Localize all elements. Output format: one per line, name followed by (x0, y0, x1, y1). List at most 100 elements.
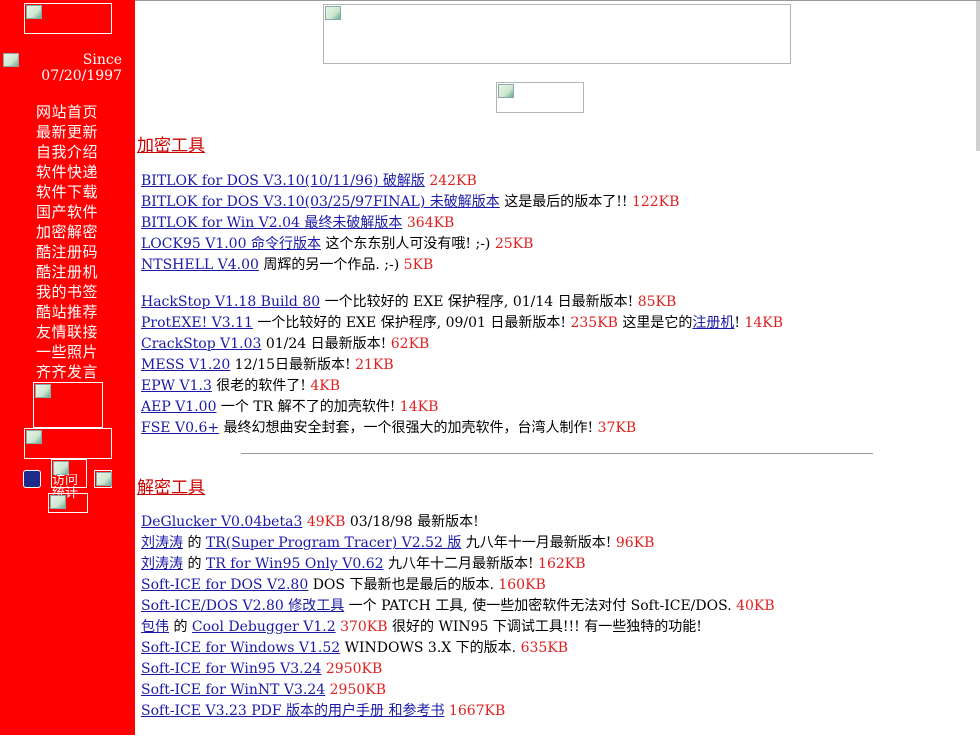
download-link[interactable]: ProtEXE! V3.11 (141, 315, 253, 331)
main-content: 加密工具 BITLOK for DOS V3.10(10/11/96) 破解版 … (135, 0, 980, 736)
file-size: 37KB (597, 420, 637, 436)
banner-image-1[interactable] (33, 382, 103, 428)
file-size: 96KB (615, 535, 655, 551)
file-size: 4KB (310, 378, 341, 394)
section-divider (241, 453, 873, 454)
file-size: 160KB (498, 577, 546, 593)
download-link[interactable]: MESS V1.20 (141, 357, 230, 373)
list-item: BITLOK for Win V2.04 最终未破解版本 364KB (141, 213, 679, 234)
footer-badge-image[interactable] (48, 493, 88, 513)
list-item: CrackStop V1.03 01/24 日最新版本! 62KB (141, 334, 783, 355)
download-link[interactable]: CrackStop V1.03 (141, 336, 261, 352)
encrypt-list-1: BITLOK for DOS V3.10(10/11/96) 破解版 242KB… (141, 171, 679, 276)
description-text: DOS 下最新也是最后的版本. (308, 577, 499, 593)
visit-counter-image[interactable]: 访问统计 (51, 459, 87, 500)
since-line2: 07/20/1997 (41, 68, 122, 84)
sidebar: Since 07/20/1997 网站首页 最新更新 自我介绍 软件快递 软件下载 国产软… (0, 0, 135, 735)
download-link[interactable]: TR(Super Program Tracer) V2.52 版 (206, 535, 461, 551)
description-text: 的 (183, 556, 206, 572)
file-size: 40KB (736, 598, 775, 614)
description-text: 九八年十二月最新版本! (383, 556, 539, 572)
list-item: AEP V1.00 一个 TR 解不了的加壳软件! 14KB (141, 397, 783, 418)
list-item: 刘涛涛 的 TR for Win95 Only V0.62 九八年十二月最新版本… (141, 554, 775, 575)
description-text: 很好的 WIN95 下调试工具!!! 有一些独特的功能! (387, 619, 702, 635)
sidebar-nav-item[interactable]: 友情联接 (36, 322, 98, 342)
file-size: 14KB (744, 315, 784, 331)
scrollbar-thumb[interactable] (976, 1, 980, 151)
sidebar-nav-item[interactable]: 酷注册码 (36, 242, 98, 262)
download-link[interactable]: 刘涛涛 (141, 535, 183, 551)
download-link[interactable]: EPW V1.3 (141, 378, 212, 394)
sidebar-nav-item[interactable]: 酷注册机 (36, 262, 98, 282)
download-link[interactable]: 包伟 (141, 619, 169, 635)
description-text: 这个东东别人可没有哦! ;-) (320, 236, 495, 252)
description-text: 这是最后的版本了!! (499, 194, 632, 210)
download-link[interactable]: Soft-ICE for DOS V2.80 (141, 577, 308, 593)
secondary-banner-image[interactable] (496, 82, 584, 113)
download-link[interactable]: Soft-ICE for WinNT V3.24 (141, 682, 325, 698)
download-link[interactable]: Soft-ICE V3.23 PDF 版本的用户手册 和参考书 (141, 703, 444, 719)
file-size: 85KB (637, 294, 677, 310)
list-item: 刘涛涛 的 TR(Super Program Tracer) V2.52 版 九… (141, 533, 775, 554)
download-link[interactable]: LOCK95 V1.00 命令行版本 (141, 236, 321, 252)
download-link[interactable]: 注册机 (692, 315, 734, 331)
download-link[interactable]: FSE V0.6+ (141, 420, 219, 436)
file-size: 1667KB (448, 703, 506, 719)
section-title-encrypt[interactable]: 加密工具 (137, 131, 205, 156)
download-link[interactable]: DeGlucker V0.04beta3 (141, 514, 302, 530)
list-item: FSE V0.6+ 最终幻想曲安全封套，一个很强大的加壳软件，台湾人制作! 37… (141, 418, 783, 439)
download-link[interactable]: AEP V1.00 (141, 399, 216, 415)
top-banner-image[interactable] (323, 4, 791, 64)
description-text: 12/15日最新版本! (230, 357, 356, 373)
download-link[interactable]: 刘涛涛 (141, 556, 183, 572)
download-link[interactable]: BITLOK for DOS V3.10(03/25/97FINAL) 未破解版… (141, 194, 500, 210)
list-item: Soft-ICE for WinNT V3.24 2950KB (141, 680, 775, 701)
sidebar-nav-item[interactable]: 软件下载 (36, 182, 98, 202)
list-item: Soft-ICE/DOS V2.80 修改工具 一个 PATCH 工具, 使一些… (141, 596, 775, 617)
sidebar-nav-item[interactable]: 最新更新 (36, 122, 98, 142)
globe-icon[interactable] (23, 470, 41, 488)
download-link[interactable]: Soft-ICE/DOS V2.80 修改工具 (141, 598, 344, 614)
sidebar-nav-item[interactable]: 自我介绍 (36, 142, 98, 162)
download-link[interactable]: BITLOK for DOS V3.10(10/11/96) 破解版 (141, 173, 425, 189)
list-item: Soft-ICE for Windows V1.52 WINDOWS 3.X 下… (141, 638, 775, 659)
sidebar-nav-item[interactable]: 加密解密 (36, 222, 98, 242)
list-item: ProtEXE! V3.11 一个比较好的 EXE 保护程序, 09/01 日最… (141, 313, 783, 334)
download-link[interactable]: Cool Debugger V1.2 (192, 619, 336, 635)
sidebar-nav-item[interactable]: 齐齐发言 (36, 362, 98, 382)
file-size: 364KB (406, 215, 455, 231)
description-text: 周辉的另一个作品. ;-) (258, 257, 404, 273)
file-size: 635KB (520, 640, 569, 656)
download-link[interactable]: BITLOK for Win V2.04 最终未破解版本 (141, 215, 402, 231)
since-label: Since 07/20/1997 (22, 52, 122, 84)
description-text: 这里是它的 (617, 315, 693, 331)
download-link[interactable]: HackStop V1.18 Build 80 (141, 294, 320, 310)
list-item: Soft-ICE for DOS V2.80 DOS 下最新也是最后的版本. 1… (141, 575, 775, 596)
decrypt-list: DeGlucker V0.04beta3 49KB 03/18/98 最新版本!… (141, 512, 775, 722)
description-text: ! (734, 315, 745, 331)
sidebar-nav-item[interactable]: 一些照片 (36, 342, 98, 362)
download-link[interactable]: NTSHELL V4.00 (141, 257, 259, 273)
file-size: 242KB (429, 173, 477, 189)
sidebar-nav-item[interactable]: 软件快递 (36, 162, 98, 182)
list-item: HackStop V1.18 Build 80 一个比较好的 EXE 保护程序,… (141, 292, 783, 313)
description-text: 很老的软件了! (211, 378, 311, 394)
sidebar-nav-item[interactable]: 酷站推荐 (36, 302, 98, 322)
description-text: 01/24 日最新版本! (261, 336, 391, 352)
file-size: 21KB (355, 357, 394, 373)
sidebar-nav-item[interactable]: 国产软件 (36, 202, 98, 222)
download-link[interactable]: TR for Win95 Only V0.62 (206, 556, 384, 572)
file-size: 122KB (631, 194, 680, 210)
download-link[interactable]: Soft-ICE for Win95 V3.24 (141, 661, 321, 677)
file-size: 235KB (570, 315, 618, 331)
banner-image-2[interactable] (24, 428, 112, 459)
download-link[interactable]: Soft-ICE for Windows V1.52 (141, 640, 340, 656)
section-title-decrypt[interactable]: 解密工具 (137, 473, 205, 498)
list-item: BITLOK for DOS V3.10(10/11/96) 破解版 242KB (141, 171, 679, 192)
sidebar-nav-item[interactable]: 我的书签 (36, 282, 98, 302)
small-image[interactable] (94, 470, 112, 488)
list-item: MESS V1.20 12/15日最新版本! 21KB (141, 355, 783, 376)
file-size: 5KB (403, 257, 434, 273)
sidebar-nav-item[interactable]: 网站首页 (36, 102, 98, 122)
logo-image (24, 3, 112, 34)
